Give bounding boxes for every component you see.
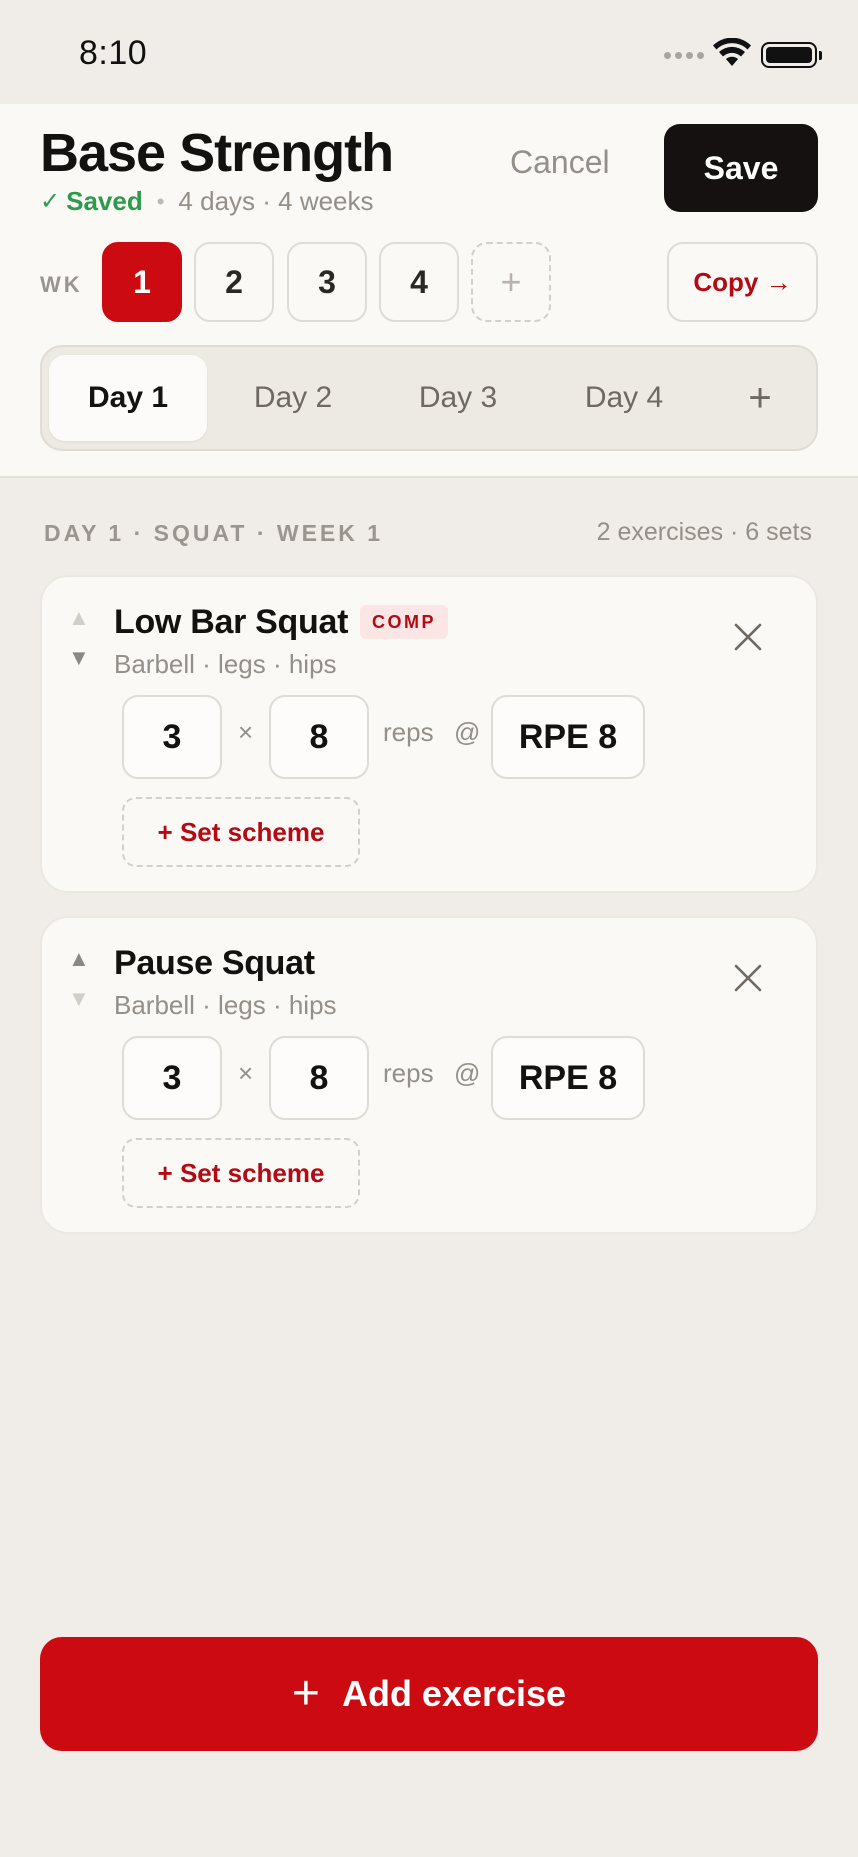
- tab-day-4[interactable]: Day 4: [545, 355, 703, 441]
- move-down-icon[interactable]: ▼: [68, 988, 90, 1010]
- page-title: Base Strength: [40, 123, 394, 183]
- status-bar: 8:10: [0, 0, 858, 104]
- tab-day-1[interactable]: Day 1: [49, 355, 207, 441]
- remove-exercise-icon[interactable]: [732, 621, 764, 653]
- exercise-card: ▲ ▼ Pause Squat Barbell · legs · hips 3 …: [40, 916, 818, 1234]
- move-down-icon[interactable]: ▼: [68, 647, 90, 669]
- tab-day-2[interactable]: Day 2: [214, 355, 372, 441]
- reps-label: reps: [383, 1058, 434, 1088]
- week-button-3[interactable]: 3: [287, 242, 367, 322]
- editor-header: Base Strength ✓ Saved • 4 days · 4 weeks…: [0, 104, 858, 478]
- week-button-4[interactable]: 4: [379, 242, 459, 322]
- reps-input[interactable]: 8: [269, 695, 369, 779]
- add-exercise-button[interactable]: + Add exercise: [40, 1637, 818, 1751]
- at-symbol: @: [454, 1058, 481, 1088]
- checkmark-icon: ✓: [40, 188, 61, 215]
- day-tabs: Day 1 Day 2 Day 3 Day 4 +: [40, 345, 818, 451]
- comp-badge: COMP: [360, 605, 448, 639]
- set-scheme-button[interactable]: + Set scheme: [122, 797, 360, 867]
- reps-input[interactable]: 8: [269, 1036, 369, 1120]
- at-symbol: @: [454, 717, 481, 747]
- tab-day-3[interactable]: Day 3: [379, 355, 537, 441]
- saved-status: ✓ Saved: [40, 186, 143, 217]
- remove-exercise-icon[interactable]: [732, 962, 764, 994]
- exercise-name: Pause Squat: [114, 944, 315, 982]
- exercise-details: Barbell · legs · hips: [114, 649, 337, 679]
- move-up-icon[interactable]: ▲: [68, 948, 90, 970]
- wifi-icon: [713, 38, 751, 66]
- reps-label: reps: [383, 717, 434, 747]
- times-symbol: ×: [238, 717, 254, 747]
- week-button-2[interactable]: 2: [194, 242, 274, 322]
- move-up-icon[interactable]: ▲: [68, 607, 90, 629]
- exercise-name: Low Bar Squat: [114, 603, 349, 641]
- sets-input[interactable]: 3: [122, 695, 222, 779]
- program-info: 4 days · 4 weeks: [178, 186, 374, 216]
- section-count: 2 exercises · 6 sets: [596, 518, 812, 546]
- add-day-button[interactable]: +: [712, 355, 808, 441]
- copy-week-button[interactable]: Copy →: [667, 242, 818, 322]
- sets-input[interactable]: 3: [122, 1036, 222, 1120]
- set-scheme-button[interactable]: + Set scheme: [122, 1138, 360, 1208]
- separator-dot: •: [156, 188, 165, 214]
- cancel-button[interactable]: Cancel: [510, 144, 610, 181]
- week-label: WK: [40, 272, 83, 297]
- intensity-input[interactable]: RPE 8: [491, 1036, 645, 1120]
- add-exercise-label: Add exercise: [341, 1673, 567, 1714]
- saved-label: Saved: [66, 186, 143, 216]
- exercise-details: Barbell · legs · hips: [114, 990, 337, 1020]
- program-meta: ✓ Saved • 4 days · 4 weeks: [40, 186, 374, 217]
- section-title: DAY 1 · SQUAT · WEEK 1: [44, 520, 384, 546]
- battery-icon: [761, 42, 822, 68]
- exercise-card: ▲ ▼ Low Bar Squat COMP Barbell · legs · …: [40, 575, 818, 893]
- intensity-input[interactable]: RPE 8: [491, 695, 645, 779]
- times-symbol: ×: [238, 1058, 254, 1088]
- cellular-signal-icon: [664, 52, 704, 59]
- add-week-button[interactable]: +: [471, 242, 551, 322]
- week-button-1[interactable]: 1: [102, 242, 182, 322]
- save-button[interactable]: Save: [664, 124, 818, 212]
- plus-icon: +: [291, 1667, 320, 1720]
- status-time: 8:10: [79, 34, 148, 72]
